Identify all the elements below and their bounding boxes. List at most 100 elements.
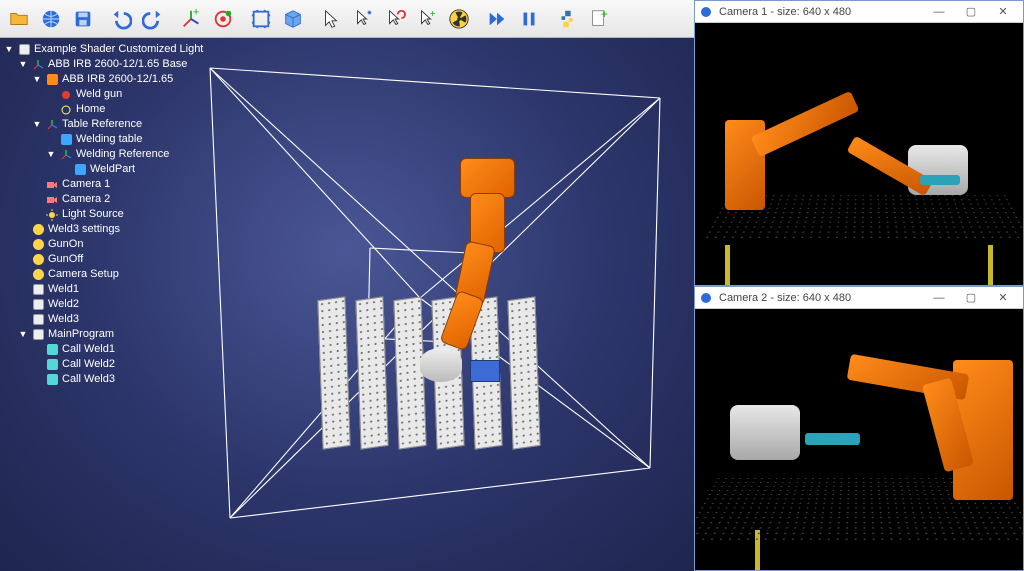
tree-node[interactable]: ▼Welding Reference — [4, 147, 224, 162]
save-icon[interactable] — [68, 4, 98, 34]
station-icon — [17, 43, 31, 57]
robot-arm — [430, 158, 540, 358]
tree-node[interactable]: Welding table — [4, 132, 224, 147]
collapse-icon[interactable]: ▼ — [32, 117, 42, 132]
tree-node-label: Call Weld2 — [62, 357, 115, 372]
tree-node-label: MainProgram — [48, 327, 114, 342]
tree-node[interactable]: Camera 2 — [4, 192, 224, 207]
tree-node-label: ABB IRB 2600-12/1.65 Base — [48, 57, 187, 72]
object-icon — [73, 163, 87, 177]
camera-2-scene — [695, 309, 1023, 570]
camera-1-titlebar[interactable]: Camera 1 - size: 640 x 480 — ▢ ✕ — [695, 1, 1023, 23]
close-button[interactable]: ✕ — [987, 2, 1019, 22]
tree-node-label: Weld3 settings — [48, 222, 120, 237]
settings-icon — [31, 238, 45, 252]
globe-icon[interactable] — [36, 4, 66, 34]
tree-node[interactable]: Camera Setup — [4, 267, 224, 282]
tree-node-label: Example Shader Customized Light — [34, 42, 203, 57]
collapse-icon[interactable]: ▼ — [32, 72, 42, 87]
collision-icon[interactable] — [444, 4, 474, 34]
tree-node[interactable]: Weld3 — [4, 312, 224, 327]
undo-icon[interactable] — [106, 4, 136, 34]
fit-view-icon[interactable] — [246, 4, 276, 34]
collapse-icon[interactable]: ▼ — [46, 147, 56, 162]
cursor-plus-icon[interactable]: + — [412, 4, 442, 34]
tree-node[interactable]: Weld1 — [4, 282, 224, 297]
tree-node-label: Weld1 — [48, 282, 79, 297]
tree-node-label: Light Source — [62, 207, 124, 222]
svg-text:+: + — [430, 9, 436, 20]
tree-node[interactable]: ▼ABB IRB 2600-12/1.65 — [4, 72, 224, 87]
tree-node[interactable]: ▼ ABB IRB 2600-12/1.65 Base — [4, 57, 224, 72]
tree-node-label: Camera 1 — [62, 177, 110, 192]
tool-icon — [59, 88, 73, 102]
pause-icon[interactable] — [514, 4, 544, 34]
tree-node[interactable]: Call Weld2 — [4, 357, 224, 372]
camera-icon — [45, 193, 59, 207]
tree-node[interactable]: Home — [4, 102, 224, 117]
app-icon — [699, 5, 713, 19]
add-frame-icon[interactable]: + — [176, 4, 206, 34]
tree-node[interactable]: Weld gun — [4, 87, 224, 102]
tree-node[interactable]: GunOff — [4, 252, 224, 267]
tree-node-label: Weld gun — [76, 87, 122, 102]
redo-icon[interactable] — [138, 4, 168, 34]
python-icon[interactable] — [552, 4, 582, 34]
camera-frustum-wireframe — [160, 38, 680, 548]
camera-2-titlebar[interactable]: Camera 2 - size: 640 x 480 — ▢ ✕ — [695, 287, 1023, 309]
fast-forward-icon[interactable] — [482, 4, 512, 34]
main-toolbar: + + + — [0, 0, 694, 38]
minimize-button[interactable]: — — [923, 288, 955, 308]
svg-text:+: + — [193, 8, 199, 18]
weld-gun-tip — [470, 360, 500, 382]
maximize-button[interactable]: ▢ — [955, 288, 987, 308]
frame-icon — [45, 118, 59, 132]
projection-icon[interactable] — [278, 4, 308, 34]
minimize-button[interactable]: — — [923, 2, 955, 22]
close-button[interactable]: ✕ — [987, 288, 1019, 308]
prog-icon — [31, 313, 45, 327]
tree-node-label: Welding table — [76, 132, 142, 147]
tree-node[interactable]: Call Weld3 — [4, 372, 224, 387]
camera-1-title: Camera 1 - size: 640 x 480 — [719, 6, 923, 18]
add-target-icon[interactable] — [208, 4, 238, 34]
maximize-button[interactable]: ▢ — [955, 2, 987, 22]
cursor-select-icon[interactable] — [316, 4, 346, 34]
cursor-pan-icon[interactable] — [348, 4, 378, 34]
tree-node-label: Camera 2 — [62, 192, 110, 207]
camera-icon — [45, 178, 59, 192]
camera-1-scene — [695, 23, 1023, 285]
tree-node[interactable]: ▼ MainProgram — [4, 327, 224, 342]
tree-node[interactable]: GunOn — [4, 237, 224, 252]
call-icon — [45, 373, 59, 387]
tree-node[interactable]: ▼ Table Reference — [4, 117, 224, 132]
object-icon — [59, 133, 73, 147]
station-tree[interactable]: ▼Example Shader Customized Light▼ABB IRB… — [4, 42, 224, 387]
tree-node[interactable]: ▼ Example Shader Customized Light — [4, 42, 224, 57]
light-icon — [45, 208, 59, 222]
collapse-icon[interactable]: ▼ — [18, 57, 28, 72]
camera-2-window[interactable]: Camera 2 - size: 640 x 480 — ▢ ✕ — [694, 286, 1024, 571]
target-icon — [59, 103, 73, 117]
tree-node-label: WeldPart — [90, 162, 135, 177]
collapse-icon[interactable]: ▼ — [4, 42, 14, 57]
tree-node-label: Home — [76, 102, 105, 117]
tree-node-label: Camera Setup — [48, 267, 119, 282]
tree-node[interactable]: Weld3 settings — [4, 222, 224, 237]
tree-node[interactable]: Camera 1 — [4, 177, 224, 192]
tree-node[interactable]: Call Weld1 — [4, 342, 224, 357]
open-folder-icon[interactable] — [4, 4, 34, 34]
cursor-rotate-icon[interactable] — [380, 4, 410, 34]
tree-node-label: GunOn — [48, 237, 83, 252]
tree-node[interactable]: Light Source — [4, 207, 224, 222]
prog-icon — [31, 283, 45, 297]
tree-node-label: Weld3 — [48, 312, 79, 327]
tree-node[interactable]: Weld2 — [4, 297, 224, 312]
add-program-icon[interactable]: + — [584, 4, 614, 34]
prog-icon — [31, 298, 45, 312]
collapse-icon[interactable]: ▼ — [18, 327, 28, 342]
tree-node-label: GunOff — [48, 252, 83, 267]
tree-node-label: Table Reference — [62, 117, 142, 132]
camera-1-window[interactable]: Camera 1 - size: 640 x 480 — ▢ ✕ — [694, 0, 1024, 286]
tree-node[interactable]: WeldPart — [4, 162, 224, 177]
